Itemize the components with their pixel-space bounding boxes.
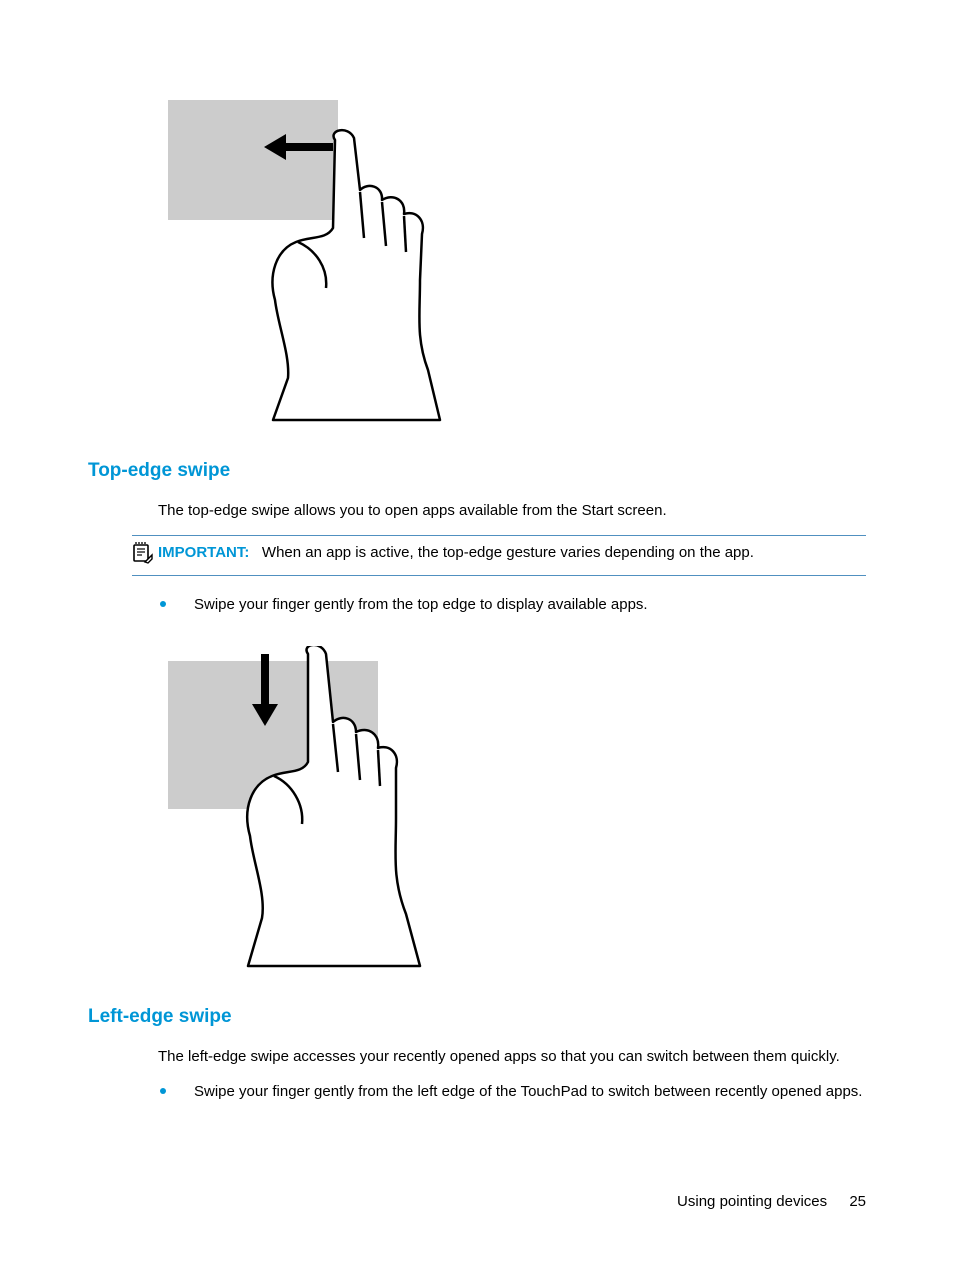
bullet-text: Swipe your finger gently from the left e… bbox=[194, 1083, 862, 1100]
page-footer: Using pointing devices 25 bbox=[677, 1193, 866, 1210]
left-edge-bullet-list: Swipe your finger gently from the left e… bbox=[158, 1081, 866, 1104]
top-edge-intro: The top-edge swipe allows you to open ap… bbox=[158, 500, 866, 523]
bullet-icon bbox=[160, 1088, 166, 1094]
list-item: Swipe your finger gently from the left e… bbox=[158, 1081, 866, 1104]
figure-right-edge-swipe bbox=[168, 100, 866, 430]
heading-top-edge-swipe: Top-edge swipe bbox=[88, 460, 866, 482]
bullet-text: Swipe your finger gently from the top ed… bbox=[194, 596, 648, 613]
important-icon bbox=[132, 542, 154, 564]
footer-section-name: Using pointing devices bbox=[677, 1193, 827, 1210]
figure-top-edge-swipe bbox=[168, 646, 866, 976]
important-text: When an app is active, the top-edge gest… bbox=[262, 544, 754, 561]
list-item: Swipe your finger gently from the top ed… bbox=[158, 594, 866, 617]
gesture-illustration-right-swipe bbox=[168, 100, 458, 430]
top-edge-bullet-list: Swipe your finger gently from the top ed… bbox=[158, 594, 866, 617]
important-label: IMPORTANT: bbox=[158, 544, 249, 561]
gesture-illustration-top-swipe bbox=[168, 646, 458, 976]
important-callout: IMPORTANT: When an app is active, the to… bbox=[132, 535, 866, 576]
left-edge-intro: The left-edge swipe accesses your recent… bbox=[158, 1046, 866, 1069]
bullet-icon bbox=[160, 601, 166, 607]
footer-page-number: 25 bbox=[849, 1193, 866, 1210]
heading-left-edge-swipe: Left-edge swipe bbox=[88, 1006, 866, 1028]
